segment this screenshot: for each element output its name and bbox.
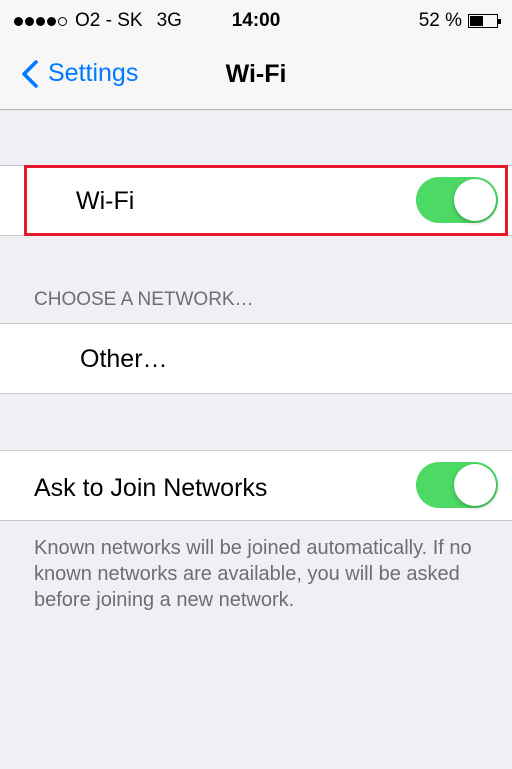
ask-to-join-footer: Known networks will be joined automatica… xyxy=(34,537,472,611)
status-bar-right: 52 % xyxy=(418,10,501,32)
battery-percentage: 52 % xyxy=(418,10,462,31)
ask-to-join-label: Ask to Join Networks xyxy=(34,474,268,502)
highlight-box xyxy=(24,165,508,236)
navigation-bar: Settings Wi-Fi xyxy=(0,40,512,110)
toggle-knob xyxy=(454,464,496,506)
page-title: Wi-Fi xyxy=(225,60,287,88)
other-network-label: Other… xyxy=(80,345,168,373)
ask-to-join-cell: Ask to Join Networks xyxy=(0,450,512,521)
battery-fill xyxy=(470,16,483,26)
other-network-cell[interactable]: Other… xyxy=(0,323,512,394)
battery-icon xyxy=(468,14,501,28)
battery-tip xyxy=(498,19,501,24)
ask-to-join-toggle[interactable] xyxy=(416,462,498,508)
section-header: CHOOSE A NETWORK… xyxy=(34,289,254,310)
status-bar: O2 - SK 3G 14:00 52 % xyxy=(0,0,512,40)
